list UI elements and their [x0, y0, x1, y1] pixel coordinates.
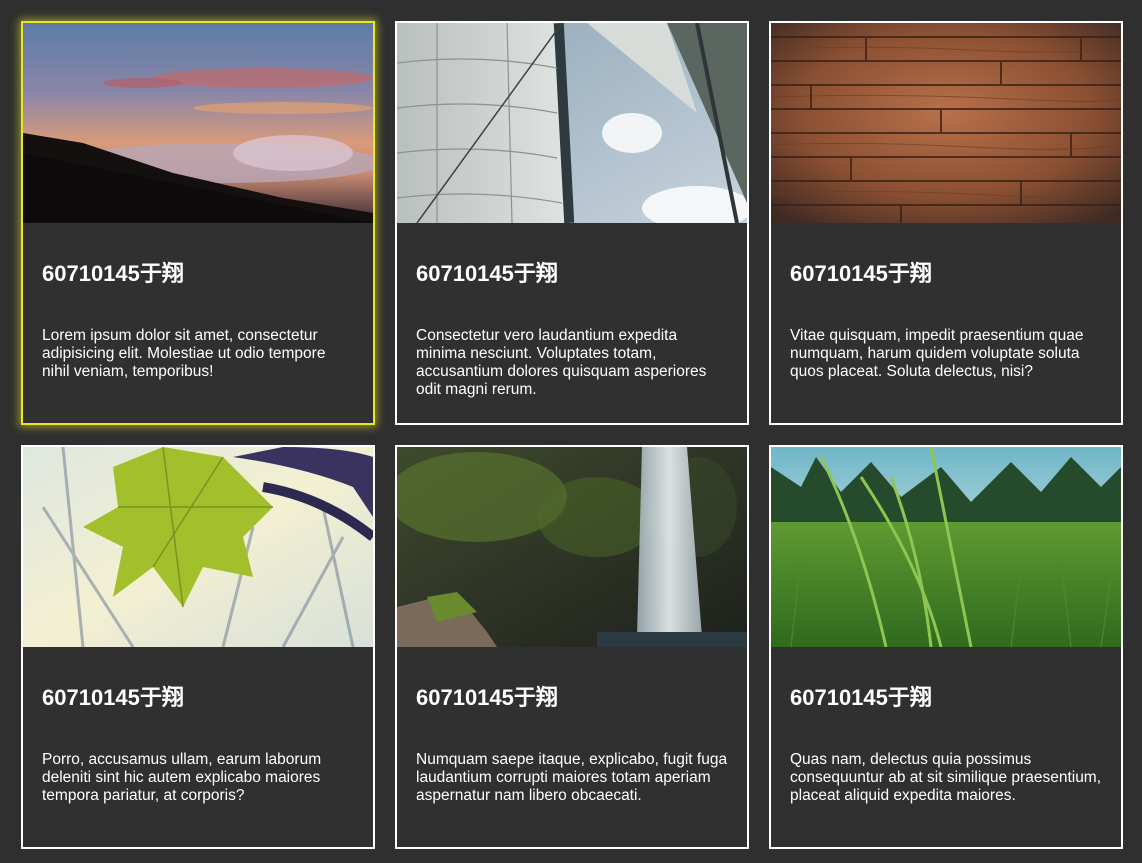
- card-6[interactable]: 60710145于翔 Quas nam, delectus quia possi…: [769, 445, 1123, 849]
- card-description: Lorem ipsum dolor sit amet, consectetur …: [42, 327, 326, 380]
- card-description: Numquam saepe itaque, explicabo, fugit f…: [416, 751, 728, 804]
- waterfall-photo: [397, 447, 747, 647]
- card-description: Vitae quisquam, impedit praesentium quae…: [790, 327, 1084, 380]
- card-title: 60710145于翔: [42, 261, 184, 286]
- card-title: 60710145于翔: [42, 685, 184, 710]
- card-description: Porro, accusamus ullam, earum laborum de…: [42, 751, 322, 804]
- green-leaf-photo: [23, 447, 373, 647]
- card-description: Consectetur vero laudantium expedita min…: [416, 327, 707, 398]
- grass-field-photo: [771, 447, 1121, 647]
- card-3[interactable]: 60710145于翔 Vitae quisquam, impedit praes…: [769, 21, 1123, 425]
- card-2[interactable]: 60710145于翔 Consectetur vero laudantium e…: [395, 21, 749, 425]
- sailboat-sails-photo: [397, 23, 747, 223]
- card-description: Quas nam, delectus quia possimus consequ…: [790, 751, 1102, 804]
- sunset-over-clouds-photo: [23, 23, 373, 223]
- wood-planks-photo: [771, 23, 1121, 223]
- card-title: 60710145于翔: [790, 685, 932, 710]
- card-1[interactable]: 60710145于翔 Lorem ipsum dolor sit amet, c…: [21, 21, 375, 425]
- card-title: 60710145于翔: [416, 685, 558, 710]
- card-5[interactable]: 60710145于翔 Numquam saepe itaque, explica…: [395, 445, 749, 849]
- card-4[interactable]: 60710145于翔 Porro, accusamus ullam, earum…: [21, 445, 375, 849]
- card-title: 60710145于翔: [416, 261, 558, 286]
- card-grid: 60710145于翔 Lorem ipsum dolor sit amet, c…: [21, 21, 1123, 849]
- card-title: 60710145于翔: [790, 261, 932, 286]
